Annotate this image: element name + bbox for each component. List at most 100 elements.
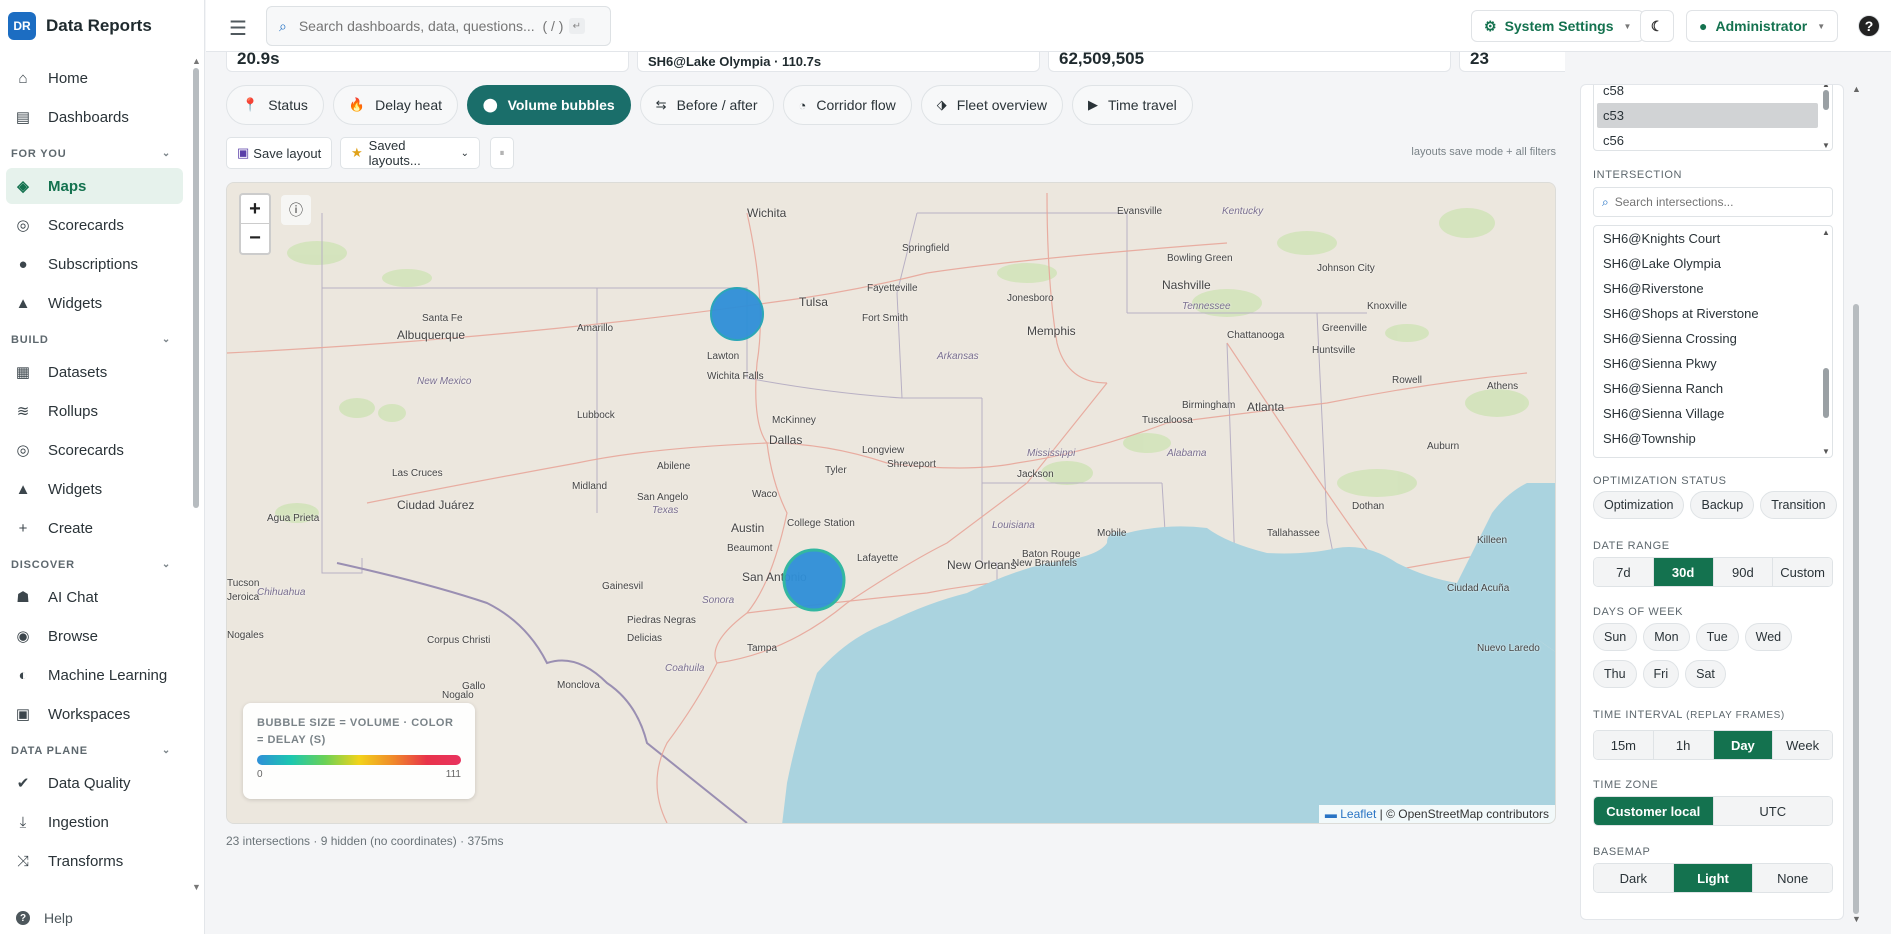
saved-layouts-select[interactable]: ★ Saved layouts... ⌄ bbox=[340, 137, 480, 169]
sidebar-section-header[interactable]: FOR YOU ⌄ bbox=[0, 138, 195, 168]
timezone-option[interactable]: UTC bbox=[1713, 797, 1832, 825]
list-item[interactable]: c58 bbox=[1594, 85, 1832, 103]
list-item[interactable]: c53 bbox=[1597, 103, 1818, 128]
sidebar-item-create[interactable]: + Create bbox=[6, 510, 183, 546]
sidebar-item-workspaces[interactable]: ▣ Workspaces bbox=[6, 696, 183, 732]
list-scrollbar[interactable]: ▲ ▼ bbox=[1822, 228, 1830, 456]
date-range-option[interactable]: Custom bbox=[1773, 558, 1832, 586]
basemap-option[interactable]: None bbox=[1753, 864, 1832, 892]
intersection-search-input[interactable] bbox=[1614, 195, 1825, 209]
optimization-chip[interactable]: Optimization bbox=[1593, 491, 1685, 519]
sidebar-item-scorecards[interactable]: ◎ Scorecards bbox=[6, 432, 183, 468]
interval-option[interactable]: Week bbox=[1773, 731, 1832, 759]
scroll-down-icon[interactable]: ▼ bbox=[1822, 447, 1830, 456]
tab-corridor-flow[interactable]: ◔ Corridor flow bbox=[782, 85, 912, 125]
leaflet-link[interactable]: ▬ Leaflet bbox=[1325, 807, 1376, 821]
intersection-search[interactable]: ⌕ bbox=[1593, 187, 1833, 217]
user-menu-button[interactable]: ● Administrator ▼ bbox=[1686, 10, 1839, 42]
intersection-item[interactable]: SH6@Sienna Village bbox=[1594, 401, 1832, 426]
sidebar-item-datasets[interactable]: ▦ Datasets bbox=[6, 354, 183, 390]
theme-toggle-button[interactable]: ☾ bbox=[1640, 10, 1674, 42]
intersection-item[interactable]: SH6@Sienna Ranch bbox=[1594, 376, 1832, 401]
basemap-option[interactable]: Dark bbox=[1594, 864, 1674, 892]
sidebar-item-machine-learning[interactable]: ◐ Machine Learning bbox=[6, 657, 183, 693]
tab-time-travel[interactable]: ▶ Time travel bbox=[1072, 85, 1193, 125]
scroll-down-icon[interactable]: ▼ bbox=[1822, 141, 1830, 150]
sidebar-item-home[interactable]: ⌂ Home bbox=[6, 60, 183, 96]
tab-volume-bubbles[interactable]: ⬤ Volume bubbles bbox=[467, 85, 631, 125]
day-chip[interactable]: Tue bbox=[1695, 623, 1739, 651]
panel-scrollbar[interactable]: ▲ ▼ bbox=[1852, 84, 1861, 924]
system-settings-button[interactable]: ⚙ System Settings ▼ bbox=[1471, 10, 1645, 42]
day-chip[interactable]: Thu bbox=[1593, 660, 1637, 688]
sidebar-item-rollups[interactable]: ≋ Rollups bbox=[6, 393, 183, 429]
tab-before-after[interactable]: ⇆ Before / after bbox=[639, 85, 774, 125]
tab-delay-heat[interactable]: 🔥 Delay heat bbox=[332, 85, 459, 125]
scroll-up-icon[interactable]: ▲ bbox=[1852, 84, 1861, 94]
scrollbar-thumb[interactable] bbox=[1853, 304, 1859, 914]
zoom-out-button[interactable]: − bbox=[241, 224, 269, 253]
brand[interactable]: DR Data Reports bbox=[8, 12, 152, 40]
interval-option[interactable]: Day bbox=[1713, 731, 1774, 759]
scroll-down-icon[interactable]: ▼ bbox=[192, 882, 201, 892]
cluster-listbox[interactable]: c58 c53 c56 ▲ ▼ bbox=[1593, 85, 1833, 151]
intersection-item[interactable]: SH6@Knights Court bbox=[1594, 226, 1832, 251]
sidebar-item-widgets[interactable]: ▲ Widgets bbox=[6, 471, 183, 507]
sidebar-item-maps[interactable]: ◈ Maps bbox=[6, 168, 183, 204]
scroll-up-icon[interactable]: ▲ bbox=[1822, 228, 1830, 237]
sidebar-section-header[interactable]: DISCOVER ⌄ bbox=[0, 549, 195, 579]
save-layout-button[interactable]: ▣ Save layout bbox=[226, 137, 333, 169]
interval-option[interactable]: 15m bbox=[1594, 731, 1654, 759]
optimization-chip[interactable]: Backup bbox=[1690, 491, 1755, 519]
day-chip[interactable]: Sat bbox=[1685, 660, 1726, 688]
date-range-option[interactable]: 7d bbox=[1594, 558, 1654, 586]
sidebar-section-header[interactable]: DATA PLANE ⌄ bbox=[0, 735, 195, 765]
zoom-in-button[interactable]: + bbox=[241, 195, 269, 224]
map-canvas[interactable]: Wichita Springfield Evansville Kentucky Bowl… bbox=[226, 182, 1556, 824]
info-button[interactable]: ⓘ bbox=[281, 195, 311, 225]
menu-icon[interactable]: ☰ bbox=[229, 16, 247, 41]
help-link[interactable]: ? Help bbox=[16, 910, 73, 926]
scroll-down-icon[interactable]: ▼ bbox=[1852, 914, 1861, 924]
interval-option[interactable]: 1h bbox=[1653, 731, 1714, 759]
day-chip[interactable]: Wed bbox=[1744, 623, 1793, 651]
global-search[interactable]: ⌕ ↵ bbox=[266, 6, 611, 46]
help-button[interactable]: ? bbox=[1858, 15, 1880, 37]
timezone-option[interactable]: Customer local bbox=[1594, 797, 1714, 825]
day-chip[interactable]: Sun bbox=[1593, 623, 1638, 651]
list-item[interactable]: c56 bbox=[1594, 128, 1832, 150]
intersection-item[interactable]: SH6@Riverstone bbox=[1594, 276, 1832, 301]
scrollbar-thumb[interactable] bbox=[1823, 90, 1829, 110]
sidebar-item-ingestion[interactable]: ⤓ Ingestion bbox=[6, 804, 183, 840]
search-input[interactable] bbox=[298, 18, 569, 34]
sidebar-section-header[interactable]: BUILD ⌄ bbox=[0, 324, 195, 354]
intersection-item[interactable]: SH6@Sienna Crossing bbox=[1594, 326, 1832, 351]
tab-fleet-overview[interactable]: ⬗ Fleet overview bbox=[920, 85, 1063, 125]
sidebar-item-ai-chat[interactable]: ☗ AI Chat bbox=[6, 579, 183, 615]
sidebar-item-transforms[interactable]: ⤨ Transforms bbox=[6, 843, 183, 879]
list-scrollbar[interactable]: ▲ ▼ bbox=[1822, 85, 1830, 150]
basemap-option[interactable]: Light bbox=[1673, 864, 1754, 892]
optimization-chip[interactable]: Transition bbox=[1760, 491, 1837, 519]
scroll-up-icon[interactable]: ▲ bbox=[1822, 85, 1830, 89]
sidebar-scrollbar[interactable]: ▲ ▼ bbox=[192, 56, 201, 892]
intersection-listbox[interactable]: SH6@Knights Court SH6@Lake Olympia SH6@Riv… bbox=[1593, 225, 1833, 458]
sidebar-item-subscriptions[interactable]: ● Subscriptions bbox=[6, 246, 183, 282]
day-chip[interactable]: Fri bbox=[1642, 660, 1680, 688]
date-range-option[interactable]: 90d bbox=[1713, 558, 1774, 586]
sidebar-item-widgets[interactable]: ▲ Widgets bbox=[6, 285, 183, 321]
scrollbar-thumb[interactable] bbox=[1823, 368, 1829, 418]
scrollbar-thumb[interactable] bbox=[193, 68, 199, 508]
intersection-item[interactable]: SH6@Sienna Pkwy bbox=[1594, 351, 1832, 376]
date-range-option[interactable]: 30d bbox=[1653, 558, 1714, 586]
sidebar-item-scorecards[interactable]: ◎ Scorecards bbox=[6, 207, 183, 243]
tab-status[interactable]: 📍 Status bbox=[226, 85, 324, 125]
intersection-item[interactable]: SH6@Shops at Riverstone bbox=[1594, 301, 1832, 326]
pause-button[interactable]: ⏸ bbox=[490, 137, 514, 169]
sidebar-item-data-quality[interactable]: ✔ Data Quality bbox=[6, 765, 183, 801]
scroll-up-icon[interactable]: ▲ bbox=[192, 56, 201, 66]
sidebar-item-dashboards[interactable]: ▤ Dashboards bbox=[6, 99, 183, 135]
sidebar-item-browse[interactable]: ◉ Browse bbox=[6, 618, 183, 654]
intersection-item[interactable]: SH6@Township bbox=[1594, 426, 1832, 451]
intersection-item[interactable]: SH6@Lake Olympia bbox=[1594, 251, 1832, 276]
